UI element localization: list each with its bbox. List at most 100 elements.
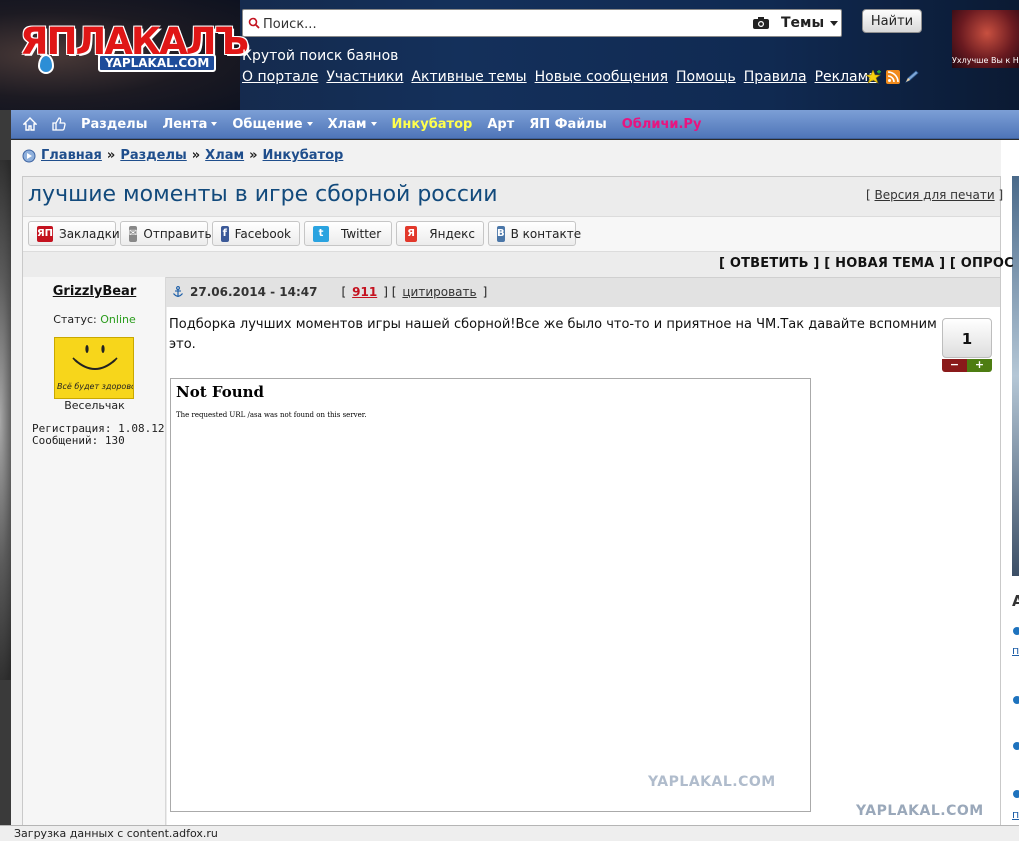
search-icon — [248, 17, 260, 29]
chevron-down-icon — [211, 122, 218, 126]
nav-link-rules[interactable]: Правила — [744, 69, 807, 85]
author-rank: Весельчак — [64, 399, 125, 412]
author-status: Статус: Online — [23, 313, 166, 326]
vote-up-button[interactable]: + — [967, 359, 992, 372]
banner-caption: Ухлучше Вы к НА — [952, 56, 1019, 65]
nav-sections[interactable]: Разделы — [81, 117, 147, 132]
twitter-icon: t — [313, 225, 329, 242]
nav-junk-label: Хлам — [327, 116, 367, 132]
status-label: Статус: — [53, 313, 97, 326]
embedded-frame[interactable] — [170, 378, 811, 812]
quote-link[interactable]: цитировать — [402, 285, 476, 299]
chevron-down-icon — [370, 122, 377, 126]
header-icon-group — [866, 70, 920, 84]
tagline: Крутой поиск баянов — [242, 48, 399, 64]
pencil-icon[interactable] — [904, 70, 920, 84]
share-twitter-label: Twitter — [341, 226, 382, 241]
nav-communication[interactable]: Общение — [232, 116, 313, 132]
nav-oblichi-label: Обличи.Ру — [621, 116, 702, 132]
nav-art-label: Арт — [487, 116, 515, 132]
right-sidebar-heading: А — [1012, 592, 1019, 610]
share-yandex-button[interactable]: Я Яндекс — [396, 221, 484, 246]
smiley-face-icon — [72, 345, 118, 370]
camera-icon[interactable] — [752, 16, 770, 30]
nav-yap-files[interactable]: ЯП Файлы — [529, 117, 606, 132]
yandex-icon: Я — [405, 225, 418, 242]
nav-link-about[interactable]: О портале — [242, 69, 318, 85]
page-watermark: YAPLAKAL.COM — [856, 803, 984, 819]
breadcrumb-separator: » — [106, 148, 116, 163]
bullet-icon — [1013, 790, 1019, 798]
share-vk-button[interactable]: В В контакте — [488, 221, 581, 246]
tear-drop-icon — [38, 54, 54, 74]
site-logo[interactable]: ЯПЛАКАЛЪ YAPLAKAL.COM — [20, 22, 249, 76]
logo-subtext: YAPLAKAL.COM — [98, 54, 217, 72]
topic-title: лучшие моменты в игре сборной россии — [28, 182, 498, 207]
ad-banner[interactable]: Ухлучше Вы к НА — [952, 10, 1019, 68]
print-version-link[interactable]: Версия для печати — [875, 188, 995, 202]
author-stats: Регистрация: 1.08.12 Сообщений: 130 — [32, 423, 164, 447]
topic-actions[interactable]: [ ОТВЕТИТЬ ] [ НОВАЯ ТЕМА ] [ ОПРОС ] — [719, 256, 1019, 271]
search-scope-select[interactable]: Темы — [781, 13, 839, 33]
reputation-link[interactable]: 911 — [352, 285, 377, 299]
right-sidebar-image — [1012, 176, 1019, 576]
chevron-down-icon — [830, 20, 839, 26]
right-sidebar-link[interactable]: п — [1012, 808, 1019, 821]
rep-bracket-open: [ — [341, 285, 347, 299]
breadcrumb-junk[interactable]: Хлам — [205, 148, 244, 163]
nav-link-active-topics[interactable]: Активные темы — [411, 69, 526, 85]
author-name[interactable]: GrizzlyBear — [23, 284, 166, 299]
nav-art[interactable]: Арт — [487, 117, 514, 132]
nav-link-members[interactable]: Участники — [326, 69, 403, 85]
anchor-icon[interactable] — [172, 286, 184, 298]
breadcrumb-separator: » — [249, 148, 258, 163]
nav-oblichi[interactable]: Обличи.Ру — [622, 117, 702, 132]
post-header — [23, 277, 1000, 307]
rss-icon[interactable] — [886, 70, 900, 84]
breadcrumb-home[interactable]: Главная — [41, 148, 102, 163]
breadcrumb: Главная » Разделы » Хлам » Инкубатор — [22, 148, 343, 163]
vk-icon: В — [497, 225, 505, 242]
facebook-icon: f — [221, 225, 229, 242]
search-input[interactable] — [263, 14, 743, 34]
thumbs-up-icon[interactable] — [52, 117, 66, 131]
post-date: 27.06.2014 - 14:47 — [190, 285, 318, 299]
vote-down-button[interactable]: − — [942, 359, 967, 372]
breadcrumb-incubator[interactable]: Инкубатор — [263, 148, 344, 163]
envelope-icon: ✉ — [129, 225, 138, 242]
post-text: Подборка лучших моментов игры нашей сбор… — [169, 317, 937, 352]
share-yandex-label: Яндекс — [429, 226, 475, 241]
share-bookmarks-button[interactable]: ЯП Закладки — [28, 221, 120, 246]
nav-incubator[interactable]: Инкубатор — [392, 117, 473, 132]
search-scope-label: Темы — [781, 15, 825, 31]
top-nav: О портале Участники Активные темы Новые … — [242, 69, 877, 85]
nav-junk[interactable]: Хлам — [328, 117, 377, 132]
circle-arrow-icon — [22, 149, 36, 162]
bullet-icon — [1013, 742, 1019, 750]
nav-incubator-label: Инкубатор — [391, 116, 473, 132]
print-version: [ Версия для печати ] — [866, 188, 1004, 202]
share-facebook-button[interactable]: f Facebook — [212, 221, 300, 246]
share-vk-label: В контакте — [510, 226, 582, 241]
share-facebook-label: Facebook — [234, 226, 291, 241]
bullet-icon — [1013, 627, 1019, 635]
share-twitter-button[interactable]: t Twitter — [304, 221, 392, 246]
embed-error-title: Not Found — [176, 383, 265, 401]
nav-sections-label: Разделы — [81, 116, 148, 132]
find-button[interactable]: Найти — [862, 9, 922, 33]
nav-link-new-messages[interactable]: Новые сообщения — [535, 69, 668, 85]
share-send-label: Отправить — [143, 226, 212, 241]
avatar[interactable]: Всё будет здорово! — [54, 337, 134, 399]
nav-feed[interactable]: Лента — [162, 117, 218, 132]
star-add-icon[interactable] — [866, 70, 882, 84]
browser-status-bar: Загрузка данных с content.adfox.ru — [0, 825, 1019, 841]
bullet-icon — [1013, 696, 1019, 704]
home-icon[interactable] — [23, 117, 37, 131]
post-meta: 27.06.2014 - 14:47 [ 911 ] [ цитировать … — [172, 285, 487, 299]
breadcrumb-sections[interactable]: Разделы — [120, 148, 186, 163]
share-send-button[interactable]: ✉ Отправить — [120, 221, 212, 246]
right-sidebar-link[interactable]: п — [1012, 644, 1019, 657]
nav-link-help[interactable]: Помощь — [676, 69, 736, 85]
main-nav-bar: Разделы Лента Общение Хлам Инкубатор Арт… — [11, 110, 1019, 139]
nav-communication-label: Общение — [232, 116, 303, 132]
